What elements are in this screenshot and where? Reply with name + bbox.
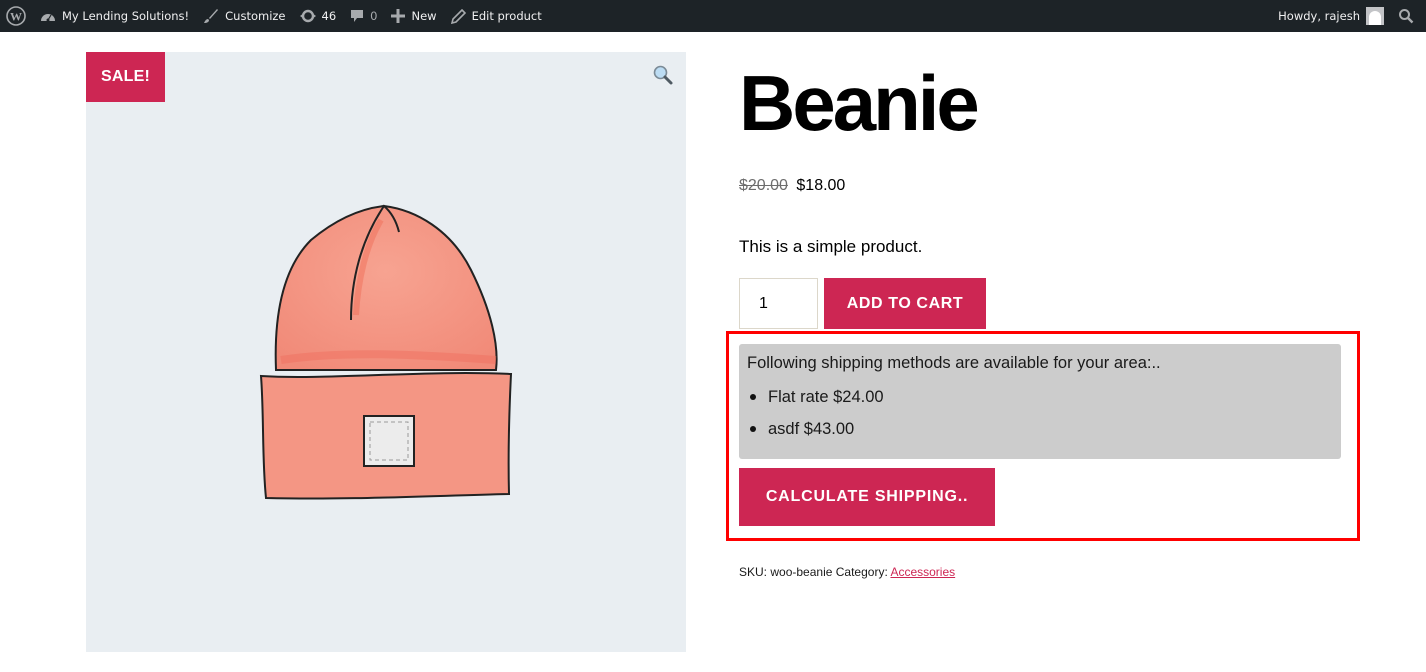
shipping-method-label: Flat rate $24.00 — [768, 387, 884, 406]
product-price: $20.00 $18.00 — [739, 177, 1359, 195]
shipping-method: asdf $43.00 — [747, 413, 1333, 445]
add-to-cart-button[interactable]: ADD TO CART — [824, 278, 986, 329]
avatar — [1366, 7, 1384, 25]
shipping-methods-list: Flat rate $24.00 asdf $43.00 — [747, 381, 1333, 445]
new-label: New — [411, 9, 437, 23]
calculate-shipping-button[interactable]: CALCULATE SHIPPING.. — [739, 468, 995, 526]
category-label: Category: — [835, 565, 888, 579]
shipping-method: Flat rate $24.00 — [747, 381, 1333, 413]
search-icon — [1398, 8, 1414, 24]
site-name: My Lending Solutions! — [62, 9, 190, 23]
edit-product-link[interactable]: Edit product — [444, 0, 549, 32]
product-summary: Beanie $20.00 $18.00 This is a simple pr… — [739, 52, 1359, 329]
customize-label: Customize — [225, 9, 286, 23]
wordpress-menu[interactable]: W — [0, 0, 33, 32]
admin-bar-right: Howdy, rajesh — [1271, 0, 1426, 32]
my-account-menu[interactable]: Howdy, rajesh — [1271, 0, 1391, 32]
gallery-zoom-trigger[interactable] — [652, 64, 674, 86]
comments-link[interactable]: 0 — [343, 0, 384, 32]
sku-label: SKU: — [739, 565, 768, 579]
product-meta: SKU: woo-beanie Category: Accessories — [739, 565, 955, 579]
comment-icon — [350, 9, 364, 23]
admin-bar-left: W My Lending Solutions! Customize 46 0 N… — [0, 0, 549, 32]
site-name-link[interactable]: My Lending Solutions! — [33, 0, 196, 32]
updates-count: 46 — [321, 9, 337, 23]
paintbrush-icon — [203, 8, 219, 24]
refresh-icon — [299, 8, 316, 24]
product-image[interactable] — [256, 200, 516, 506]
dashboard-icon — [40, 9, 56, 23]
comments-count: 0 — [370, 9, 378, 23]
regular-price: $20.00 — [739, 177, 788, 194]
beanie-illustration — [259, 204, 513, 500]
plus-icon — [391, 9, 406, 23]
product-gallery: SALE! — [86, 52, 686, 652]
updates-link[interactable]: 46 — [293, 0, 344, 32]
category-link[interactable]: Accessories — [890, 565, 955, 579]
short-description: This is a simple product. — [739, 237, 923, 256]
product-title: Beanie — [739, 59, 980, 147]
new-content-link[interactable]: New — [384, 0, 443, 32]
svg-text:W: W — [10, 10, 22, 24]
shipping-method-label: asdf $43.00 — [768, 419, 855, 438]
howdy-text: Howdy, rajesh — [1278, 9, 1360, 23]
sale-badge: SALE! — [86, 52, 165, 102]
admin-bar: W My Lending Solutions! Customize 46 0 N… — [0, 0, 1426, 32]
pencil-icon — [450, 8, 466, 24]
shipping-heading: Following shipping methods are available… — [747, 354, 1161, 372]
sale-price: $18.00 — [796, 177, 846, 194]
shipping-methods-box: Following shipping methods are available… — [739, 344, 1341, 459]
quantity-input[interactable] — [739, 278, 818, 329]
wordpress-icon: W — [6, 6, 26, 26]
admin-search-button[interactable] — [1391, 0, 1426, 32]
customize-link[interactable]: Customize — [196, 0, 292, 32]
magnifier-icon — [653, 65, 673, 85]
bullet-icon — [750, 426, 756, 432]
sku-value: woo-beanie — [770, 565, 833, 579]
add-to-cart-form: ADD TO CART — [739, 278, 986, 329]
edit-product-label: Edit product — [471, 9, 542, 23]
bullet-icon — [750, 394, 756, 400]
